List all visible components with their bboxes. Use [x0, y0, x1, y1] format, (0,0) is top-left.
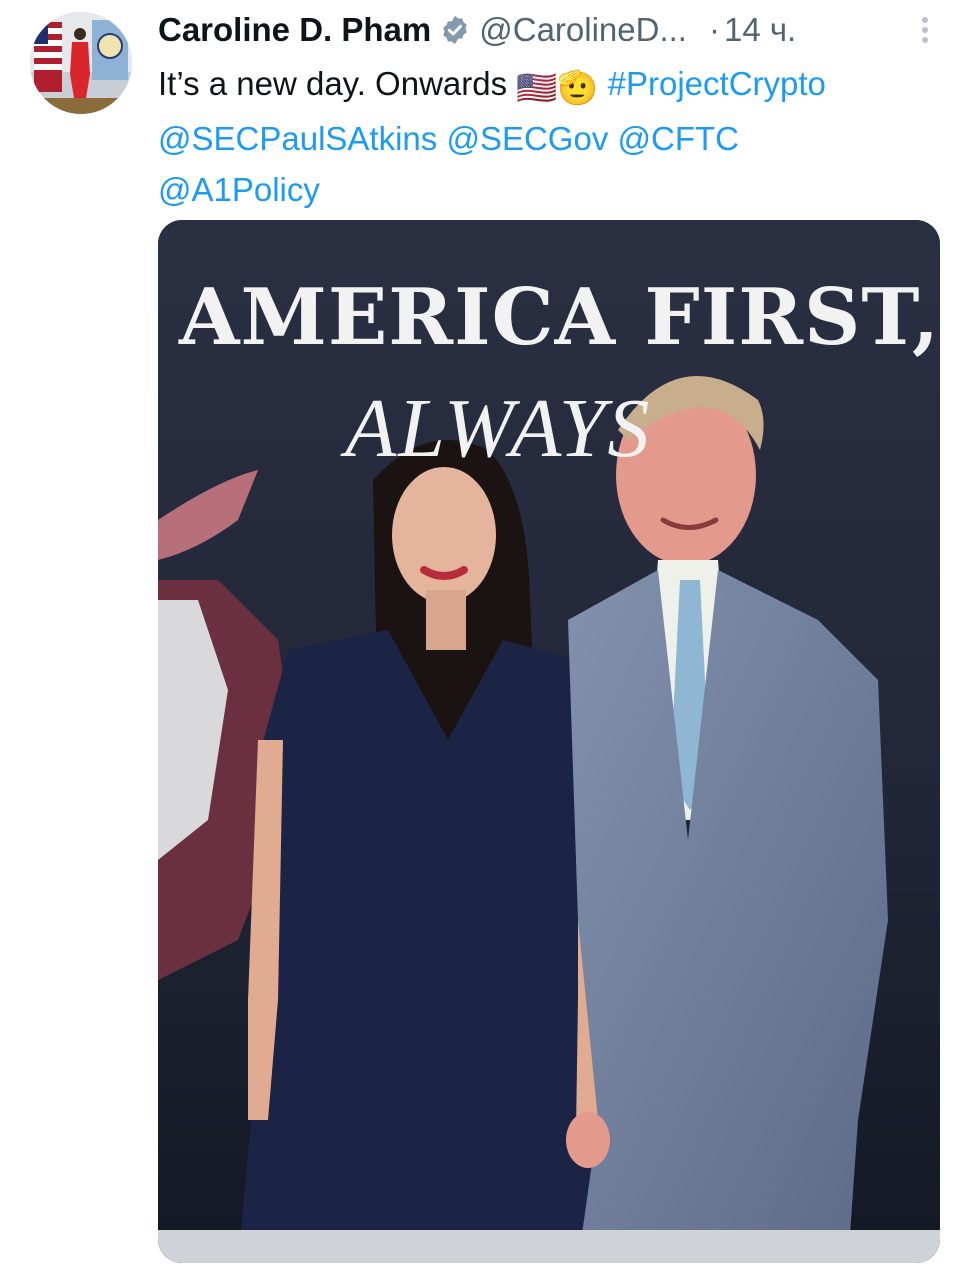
mention-link[interactable]: @SECGov	[446, 120, 608, 157]
avatar[interactable]	[30, 12, 132, 114]
tweet-header: Caroline D. Pham @CarolineD... · 14 ч.	[158, 8, 940, 52]
mention-link[interactable]: @SECPaulSAtkins	[158, 120, 437, 157]
us-flag-emoji: 🇺🇸	[516, 69, 558, 106]
author-name[interactable]: Caroline D. Pham	[158, 11, 431, 49]
author-handle[interactable]: @CarolineD...	[479, 11, 687, 49]
mention-link[interactable]: @CFTC	[618, 120, 739, 157]
tweet-timestamp[interactable]: 14 ч.	[724, 11, 796, 49]
banner-text-line1: AMERICA FIRST,	[178, 272, 940, 363]
time-separator: ·	[708, 11, 720, 48]
tweet-text: It’s a new day. Onwards 🇺🇸🫡 #ProjectCryp…	[158, 58, 948, 215]
verified-badge-icon	[443, 16, 467, 44]
tweet-text-plain: It’s a new day. Onwards	[158, 65, 517, 102]
mention-link[interactable]: @A1Policy	[158, 171, 320, 208]
photo-image	[158, 220, 940, 1263]
tweet-photo[interactable]: AMERICA FIRST, ALWAYS	[158, 220, 940, 1263]
salute-emoji: 🫡	[557, 69, 599, 106]
avatar-image	[30, 12, 132, 114]
tweet[interactable]: Caroline D. Pham @CarolineD... · 14 ч. I…	[0, 0, 970, 1280]
hashtag-link[interactable]: #ProjectCrypto	[608, 65, 826, 102]
banner-text-line2: ALWAYS	[345, 382, 652, 475]
more-options-icon[interactable]	[910, 12, 940, 48]
